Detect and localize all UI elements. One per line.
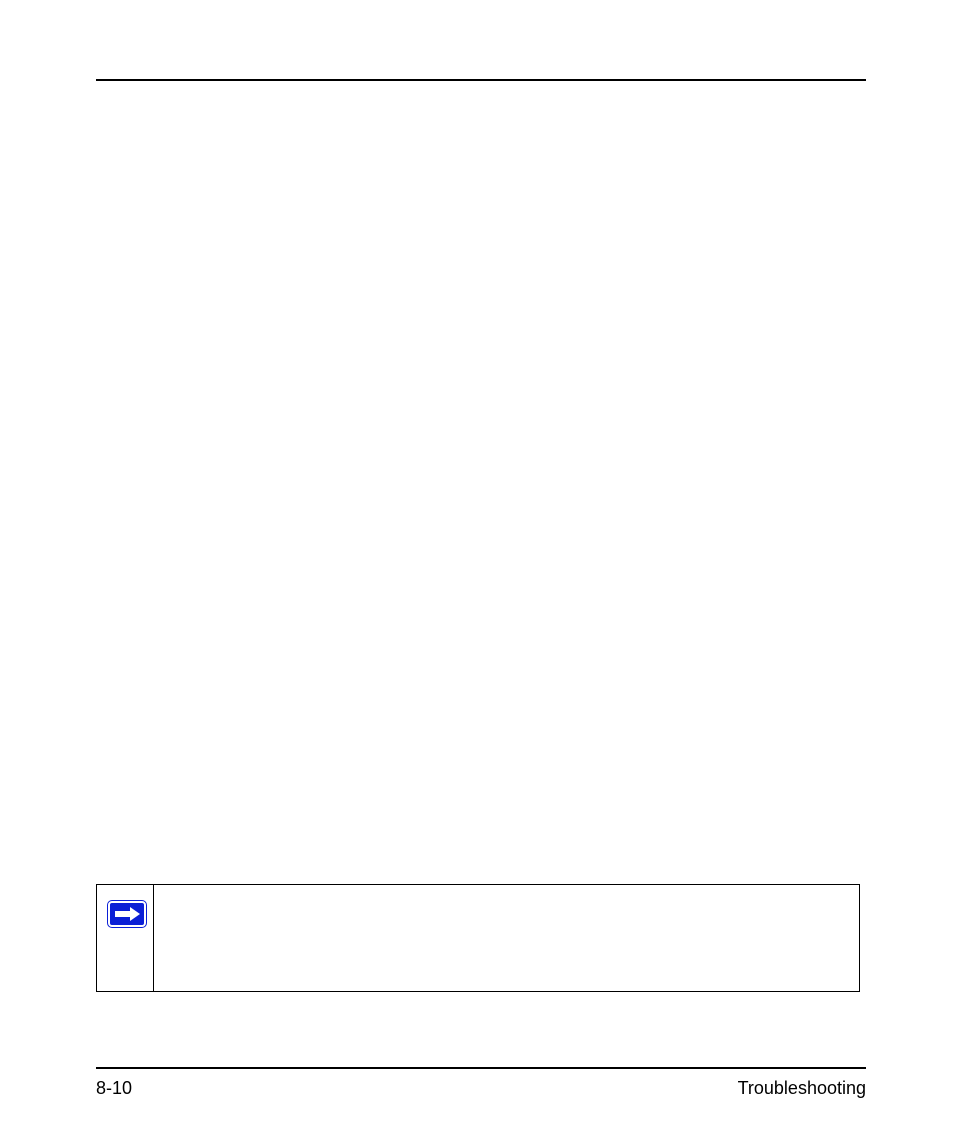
- page-number: 8-10: [96, 1078, 132, 1099]
- document-page: 8-10 Troubleshooting: [0, 0, 954, 1145]
- footer-rule: [96, 1067, 866, 1069]
- section-title: Troubleshooting: [738, 1078, 866, 1099]
- header-rule: [96, 79, 866, 81]
- note-callout-box: [96, 884, 860, 992]
- note-divider: [153, 885, 154, 991]
- arrow-right-icon: [106, 899, 148, 929]
